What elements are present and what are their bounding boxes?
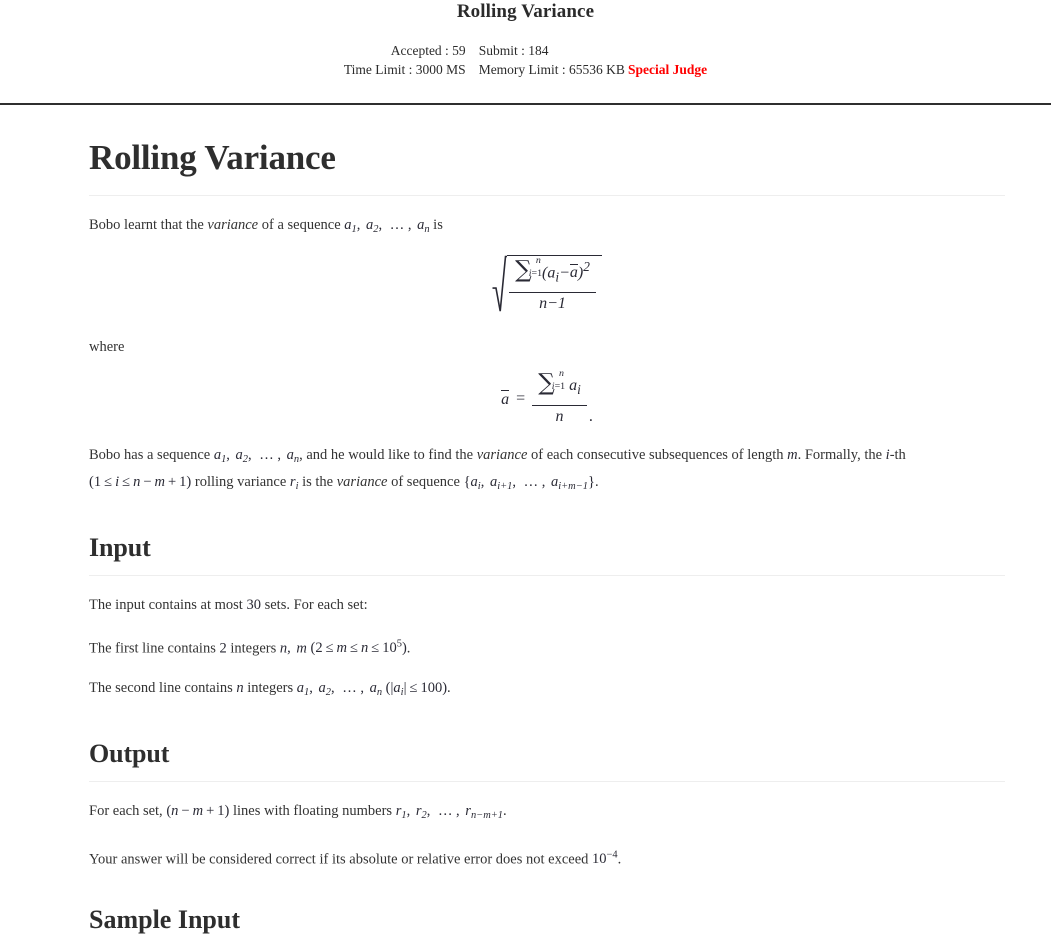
intro-text-after: of a sequence — [258, 217, 345, 233]
mean-numerator: ∑ n i=1 ai — [532, 368, 587, 406]
variance-fraction: ∑ n i=1 (ai−a)2 n−1 — [509, 255, 596, 313]
formula-variance: ∑ n i=1 (ai−a)2 n−1 — [89, 241, 1005, 318]
desc-text-3: of each consecutive subsequences of leng… — [527, 446, 788, 463]
inline-math-window-set: {ai, ai+1, …, ai+m−1} — [463, 473, 595, 492]
intro-text-before: Bobo learnt that the — [89, 217, 208, 233]
desc-text-8: of sequence — [387, 473, 464, 490]
output-line1-mid: lines with floating numbers — [229, 803, 396, 820]
input-line1-pre: The input contains at most — [89, 596, 247, 613]
radical-sign-icon — [492, 255, 508, 313]
mean-trailing-period: . — [588, 407, 593, 425]
mean-fraction: ∑ n i=1 ai n — [532, 368, 587, 426]
input-line2-post: . — [406, 640, 411, 657]
output-line-2: Your answer will be considered correct i… — [89, 827, 1005, 870]
desc-text-5: -th — [889, 446, 906, 463]
desc-text-7: is the — [298, 473, 337, 490]
stat-memory-limit: Memory Limit : 65536 KB Special Judge — [479, 60, 707, 79]
equals-sign: = — [516, 390, 526, 408]
desc-italic-variance: variance — [476, 446, 528, 463]
inline-math-2: 2 — [219, 640, 227, 657]
mean-denominator: n — [555, 407, 564, 425]
formula-mean: a = ∑ n i=1 ai n . — [89, 358, 1005, 426]
inline-math-n-m: n, m — [279, 640, 307, 657]
mean-lhs: a — [501, 390, 510, 408]
sqrt-group: ∑ n i=1 (ai−a)2 n−1 — [492, 254, 602, 313]
input-line1-post: sets. For each set: — [260, 596, 368, 613]
input-line3-mid: integers — [243, 680, 297, 697]
variance-numerator: ∑ n i=1 (ai−a)2 — [509, 255, 596, 294]
output-line-1: For each set, (n − m +1) lines with floatin… — [89, 782, 1005, 827]
intro-italic-variance: variance — [207, 217, 259, 233]
inline-math-index-range: (1 ≤ i ≤ n − m +1) — [89, 473, 192, 490]
inline-math-constraint-nm: (2 ≤ m ≤ n ≤105) — [310, 638, 407, 657]
input-line2-mid: integers — [226, 640, 280, 657]
input-line-3: The second line contains n integers a1, … — [89, 659, 1005, 704]
stat-accepted: Accepted : 59 — [390, 43, 466, 58]
summation-operator-icon: ∑ n i=1 — [538, 368, 566, 397]
page-title: Rolling Variance — [89, 138, 336, 177]
stats-row: Time Limit : 3000 MS Memory Limit : 6553… — [344, 60, 707, 79]
problem-stats-table: Accepted : 59 Submit : 184 Time Limit : … — [344, 41, 707, 79]
section-title-sample-input: Sample Input — [89, 905, 240, 935]
inline-math-n: n — [236, 680, 244, 697]
problem-content: Rolling Variance Bobo learnt that the va… — [89, 105, 1005, 936]
stat-submit: Submit : 184 — [478, 43, 549, 58]
inline-math-constraint-ai: (|ai| ≤100) — [385, 680, 448, 699]
inline-math-count-expr: (n − m +1) — [166, 803, 230, 820]
desc-text-1: Bobo has a sequence — [89, 446, 214, 463]
section-title-input: Input — [89, 532, 151, 562]
input-line3-pre: The second line contains — [89, 680, 237, 697]
header-problem-title: Rolling Variance — [456, 1, 595, 22]
stats-row: Accepted : 59 Submit : 184 — [344, 41, 707, 60]
input-line2-pre: The first line contains — [89, 640, 220, 657]
desc-text-6: rolling variance — [191, 473, 290, 490]
inline-math-30: 30 — [246, 596, 261, 613]
inline-math-sequence: a1, a2, …, an — [296, 680, 383, 699]
input-line-2: The first line contains 2 integers n, m … — [89, 616, 1005, 659]
problem-description-paragraph: Bobo has a sequence a1, a2, …, an, and h… — [89, 426, 1005, 498]
stat-memory-limit-text: Memory Limit : 65536 KB — [478, 62, 625, 77]
output-line2-pre: Your answer will be considered correct i… — [89, 851, 593, 868]
desc-text-2: , and he would like to find the — [299, 446, 477, 463]
problem-header: Rolling Variance Accepted : 59 Submit : … — [0, 0, 1051, 105]
inline-math-m: m — [787, 446, 798, 463]
input-line3-post: . — [447, 680, 451, 697]
input-line-1: The input contains at most 30 sets. For … — [89, 576, 1005, 616]
output-line1-pre: For each set, — [89, 803, 167, 820]
desc-text-9: . — [594, 473, 599, 490]
intro-paragraph: Bobo learnt that the variance of a seque… — [89, 196, 1005, 241]
stat-time-limit: Time Limit : 3000 MS — [343, 62, 466, 77]
desc-text-4: . Formally, the — [797, 446, 886, 463]
section-title-output: Output — [89, 739, 170, 769]
where-label: where — [89, 339, 125, 356]
output-line2-post: . — [617, 851, 622, 868]
output-line1-post: . — [503, 803, 507, 820]
inline-math-epsilon: 10−4 — [592, 850, 618, 868]
inline-math-sequence: a1, a2, …, an — [344, 217, 430, 235]
desc-italic-variance-2: variance — [336, 473, 388, 490]
intro-text-tail: is — [429, 217, 443, 233]
inline-math-r-list: r1, r2, …, rn−m+1 — [395, 803, 504, 822]
variance-denominator: n−1 — [539, 295, 566, 313]
special-judge-badge: Special Judge — [627, 62, 708, 77]
inline-math-sequence: a1, a2, …, an — [213, 446, 300, 465]
summation-operator-icon: ∑ n i=1 — [515, 255, 543, 284]
